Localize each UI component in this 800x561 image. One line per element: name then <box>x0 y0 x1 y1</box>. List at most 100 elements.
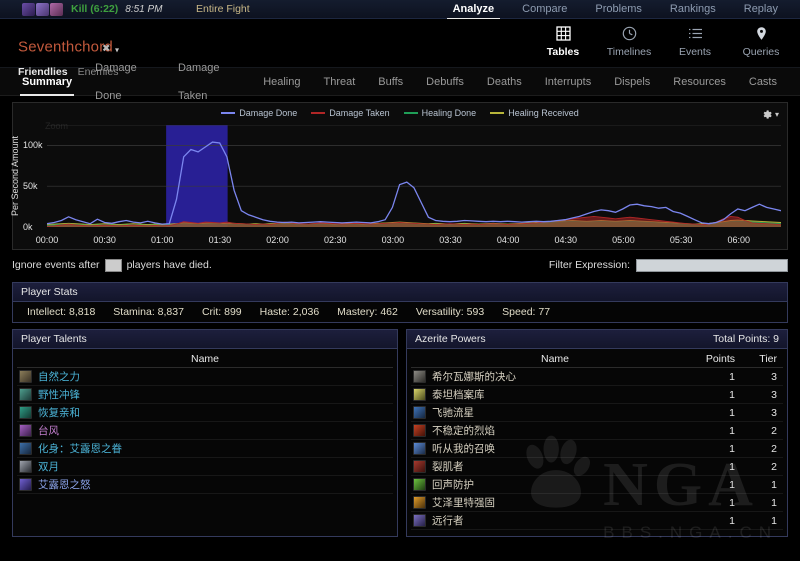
azerite-name[interactable]: 飞驰流星 <box>432 405 699 420</box>
filter-expression-input[interactable] <box>636 258 788 272</box>
column-header-points[interactable]: Points <box>699 353 741 365</box>
top-nav-replay[interactable]: Replay <box>730 0 792 19</box>
view-nav-timelines-label: Timelines <box>606 46 652 58</box>
talent-icon <box>19 478 32 491</box>
pin-icon <box>728 21 794 45</box>
legend-label-damage-done: Damage Done <box>239 108 298 118</box>
tab-debuffs[interactable]: Debuffs <box>426 68 464 96</box>
chart-x-tick: 00:30 <box>93 235 116 245</box>
ignore-events-input[interactable] <box>104 258 122 272</box>
azerite-powers-header: Azerite Powers Total Points: 9 <box>407 330 787 349</box>
azerite-points: 1 <box>729 514 735 527</box>
stat-mastery: Mastery: 462 <box>337 306 398 318</box>
talent-name[interactable]: 自然之力 <box>38 369 393 384</box>
kill-time: 8:51 PM <box>125 3 163 15</box>
tab-healing[interactable]: Healing <box>263 68 300 96</box>
azerite-icon <box>413 406 426 419</box>
kill-label[interactable]: Kill (6:22) <box>71 3 118 15</box>
table-row[interactable]: 希尔瓦娜斯的决心 1 3 <box>411 368 783 386</box>
talent-icon <box>19 442 32 455</box>
azerite-tier: 3 <box>771 370 777 383</box>
azerite-tier: 2 <box>771 424 777 437</box>
chart-selection-band[interactable] <box>166 125 228 227</box>
azerite-points: 1 <box>729 478 735 491</box>
top-nav-analyze[interactable]: Analyze <box>439 0 509 20</box>
tab-resources[interactable]: Resources <box>673 68 726 96</box>
top-bar: Kill (6:22) 8:51 PM Entire Fight Analyze… <box>0 0 800 20</box>
player-talents-table-head: Name <box>17 351 393 368</box>
legend-item-healing-done[interactable]: Healing Done <box>403 108 476 118</box>
azerite-powers-table-head: Name Points Tier <box>411 351 783 368</box>
table-row[interactable]: 泰坦档案库 1 3 <box>411 386 783 404</box>
azerite-icon <box>413 388 426 401</box>
chart-x-tick: 02:30 <box>323 235 347 245</box>
top-nav-compare[interactable]: Compare <box>508 0 581 19</box>
tab-dispels[interactable]: Dispels <box>614 68 650 96</box>
tab-buffs[interactable]: Buffs <box>378 68 403 96</box>
view-nav-timelines[interactable]: Timelines <box>596 21 662 58</box>
legend-item-damage-taken[interactable]: Damage Taken <box>311 108 390 118</box>
tab-casts[interactable]: Casts <box>749 68 777 96</box>
tab-threat[interactable]: Threat <box>324 68 356 96</box>
legend-item-damage-done[interactable]: Damage Done <box>221 108 297 118</box>
talent-name[interactable]: 野性冲锋 <box>38 387 393 402</box>
chart-y-tick: 100k <box>23 140 43 151</box>
talent-icon <box>19 388 32 401</box>
chart-x-tick: 02:00 <box>266 235 289 245</box>
azerite-points: 1 <box>729 424 735 437</box>
talent-name[interactable]: 双月 <box>38 459 393 474</box>
table-row[interactable]: 双月 <box>17 458 393 476</box>
azerite-points: 1 <box>729 370 735 383</box>
talent-icon <box>19 406 32 419</box>
dps-chart-panel: Damage Done Damage Taken Healing Done He… <box>10 102 788 250</box>
view-nav-queries[interactable]: Queries <box>728 21 794 58</box>
chart-plot-area[interactable] <box>46 124 782 228</box>
talent-icon <box>19 460 32 473</box>
azerite-icon <box>413 514 426 527</box>
chart-y-tick: 0k <box>23 222 33 232</box>
chart-settings-button[interactable]: ▾ <box>761 109 779 120</box>
chart-svg <box>46 124 782 228</box>
tab-interrupts[interactable]: Interrupts <box>545 68 591 96</box>
column-header-tier[interactable]: Tier <box>741 353 783 365</box>
player-stats-header: Player Stats <box>13 283 787 302</box>
stat-crit: Crit: 899 <box>201 306 242 318</box>
legend-label-damage-taken: Damage Taken <box>329 108 390 118</box>
fight-scope-label[interactable]: Entire Fight <box>196 3 250 15</box>
view-nav-queries-label: Queries <box>742 46 780 58</box>
table-row[interactable]: 台风 <box>17 422 393 440</box>
table-row[interactable]: 自然之力 <box>17 368 393 386</box>
chart-line-0 <box>46 141 782 225</box>
table-row[interactable]: 恢复亲和 <box>17 404 393 422</box>
tab-summary[interactable]: Summary <box>19 68 75 96</box>
azerite-name[interactable]: 泰坦档案库 <box>432 387 699 402</box>
stat-versatility: Versatility: 593 <box>415 306 485 318</box>
top-nav-rankings[interactable]: Rankings <box>656 0 730 19</box>
chart-x-tick: 01:30 <box>208 235 232 245</box>
column-header-name[interactable]: Name <box>411 353 699 365</box>
tab-deaths[interactable]: Deaths <box>487 68 522 96</box>
gear-icon <box>763 110 772 119</box>
talent-name[interactable]: 台风 <box>38 423 393 438</box>
talent-name[interactable]: 化身：艾露恩之眷 <box>38 441 393 456</box>
table-row[interactable]: 化身：艾露恩之眷 <box>17 440 393 458</box>
azerite-icon <box>413 496 426 509</box>
legend-item-healing-received[interactable]: Healing Received <box>490 108 579 118</box>
azerite-name[interactable]: 希尔瓦娜斯的决心 <box>432 369 699 384</box>
talent-name[interactable]: 艾露恩之怒 <box>38 477 393 492</box>
table-row[interactable]: 野性冲锋 <box>17 386 393 404</box>
azerite-tier: 3 <box>771 388 777 401</box>
talent-name[interactable]: 恢复亲和 <box>38 405 393 420</box>
player-talents-table: Name 自然之力野性冲锋恢复亲和台风化身：艾露恩之眷 双月艾露恩之怒 <box>13 349 397 536</box>
chart-x-tick: 00:00 <box>35 235 59 245</box>
table-row[interactable]: 飞驰流星 1 3 <box>411 404 783 422</box>
view-nav-tables[interactable]: Tables <box>530 21 596 58</box>
top-nav-problems[interactable]: Problems <box>581 0 655 19</box>
chart-x-tick: 05:30 <box>669 235 693 245</box>
player-talents-header: Player Talents <box>13 330 397 349</box>
grid-icon <box>530 21 596 45</box>
column-header-name[interactable]: Name <box>17 353 393 365</box>
azerite-tier: 3 <box>771 406 777 419</box>
table-row[interactable]: 艾露恩之怒 <box>17 476 393 494</box>
view-nav-events[interactable]: Events <box>662 21 728 58</box>
